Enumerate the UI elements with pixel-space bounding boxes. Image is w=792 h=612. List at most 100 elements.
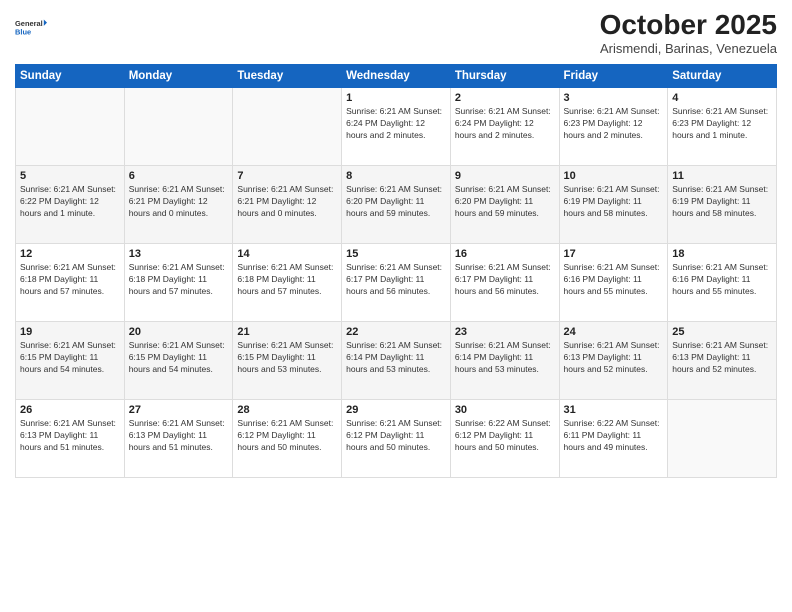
- calendar-cell: 4 Sunrise: 6:21 AM Sunset: 6:23 PM Daylig…: [668, 87, 777, 165]
- calendar-cell: 27 Sunrise: 6:21 AM Sunset: 6:13 PM Dayli…: [124, 399, 233, 477]
- day-info: Sunrise: 6:21 AM Sunset: 6:12 PM Dayligh…: [346, 418, 446, 454]
- day-info: Sunrise: 6:21 AM Sunset: 6:16 PM Dayligh…: [564, 262, 664, 298]
- day-number: 18: [672, 248, 772, 260]
- calendar-cell: 2Sunrise: 6:21 AM Sunset: 6:24 PM Daylig…: [450, 87, 559, 165]
- calendar-week-row: 1 Sunrise: 6:21 AM Sunset: 6:24 PM Daylig…: [16, 87, 777, 165]
- day-number: 28: [237, 404, 337, 416]
- day-info: Sunrise: 6:21 AM Sunset: 6:22 PM Dayligh…: [20, 184, 120, 220]
- calendar-cell: 3 Sunrise: 6:21 AM Sunset: 6:23 PM Daylig…: [559, 87, 668, 165]
- day-info: Sunrise: 6:21 AM Sunset: 6:17 PM Dayligh…: [346, 262, 446, 298]
- day-number: 11: [672, 170, 772, 182]
- day-number: 22: [346, 326, 446, 338]
- day-number: 21: [237, 326, 337, 338]
- day-info: Sunrise: 6:21 AM Sunset: 6:14 PM Dayligh…: [455, 340, 555, 376]
- day-info: Sunrise: 6:21 AM Sunset: 6:17 PM Dayligh…: [455, 262, 555, 298]
- day-number: 13: [129, 248, 229, 260]
- calendar-cell: [16, 87, 125, 165]
- day-number: 2: [455, 92, 555, 104]
- calendar-cell: 11 Sunrise: 6:21 AM Sunset: 6:19 PM Dayli…: [668, 165, 777, 243]
- day-number: 17: [564, 248, 664, 260]
- calendar-cell: 9 Sunrise: 6:21 AM Sunset: 6:20 PM Daylig…: [450, 165, 559, 243]
- day-info: Sunrise: 6:21 AM Sunset: 6:21 PM Dayligh…: [237, 184, 337, 220]
- calendar-cell: 28 Sunrise: 6:21 AM Sunset: 6:12 PM Dayli…: [233, 399, 342, 477]
- header-day-friday: Friday: [559, 64, 668, 87]
- month-title: October 2025: [600, 10, 777, 41]
- day-number: 3: [564, 92, 664, 104]
- header-day-monday: Monday: [124, 64, 233, 87]
- day-info: Sunrise: 6:21 AM Sunset: 6:23 PM Dayligh…: [564, 106, 664, 142]
- calendar-cell: 31 Sunrise: 6:22 AM Sunset: 6:11 PM Dayli…: [559, 399, 668, 477]
- day-number: 27: [129, 404, 229, 416]
- day-info: Sunrise: 6:21 AM Sunset: 6:15 PM Dayligh…: [237, 340, 337, 376]
- header-day-tuesday: Tuesday: [233, 64, 342, 87]
- day-info: Sunrise: 6:21 AM Sunset: 6:13 PM Dayligh…: [129, 418, 229, 454]
- calendar-cell: 20 Sunrise: 6:21 AM Sunset: 6:15 PM Dayli…: [124, 321, 233, 399]
- calendar-table: SundayMondayTuesdayWednesdayThursdayFrid…: [15, 64, 777, 478]
- calendar-cell: [233, 87, 342, 165]
- calendar-cell: 22Sunrise: 6:21 AM Sunset: 6:14 PM Dayli…: [342, 321, 451, 399]
- day-info: Sunrise: 6:21 AM Sunset: 6:18 PM Dayligh…: [237, 262, 337, 298]
- location: Arismendi, Barinas, Venezuela: [600, 41, 777, 56]
- day-info: Sunrise: 6:21 AM Sunset: 6:19 PM Dayligh…: [564, 184, 664, 220]
- header-day-thursday: Thursday: [450, 64, 559, 87]
- day-info: Sunrise: 6:21 AM Sunset: 6:13 PM Dayligh…: [20, 418, 120, 454]
- svg-text:Blue: Blue: [15, 27, 31, 36]
- calendar-cell: 17 Sunrise: 6:21 AM Sunset: 6:16 PM Dayli…: [559, 243, 668, 321]
- calendar-cell: 23 Sunrise: 6:21 AM Sunset: 6:14 PM Dayli…: [450, 321, 559, 399]
- day-info: Sunrise: 6:21 AM Sunset: 6:13 PM Dayligh…: [672, 340, 772, 376]
- day-number: 16: [455, 248, 555, 260]
- day-info: Sunrise: 6:22 AM Sunset: 6:12 PM Dayligh…: [455, 418, 555, 454]
- calendar-cell: 24 Sunrise: 6:21 AM Sunset: 6:13 PM Dayli…: [559, 321, 668, 399]
- calendar-cell: 30Sunrise: 6:22 AM Sunset: 6:12 PM Dayli…: [450, 399, 559, 477]
- day-number: 20: [129, 326, 229, 338]
- day-info: Sunrise: 6:21 AM Sunset: 6:23 PM Dayligh…: [672, 106, 772, 142]
- calendar-cell: 25 Sunrise: 6:21 AM Sunset: 6:13 PM Dayli…: [668, 321, 777, 399]
- day-number: 12: [20, 248, 120, 260]
- calendar-cell: [668, 399, 777, 477]
- day-number: 8: [346, 170, 446, 182]
- calendar-cell: 1 Sunrise: 6:21 AM Sunset: 6:24 PM Daylig…: [342, 87, 451, 165]
- title-area: October 2025 Arismendi, Barinas, Venezue…: [600, 10, 777, 56]
- calendar-cell: 6 Sunrise: 6:21 AM Sunset: 6:21 PM Daylig…: [124, 165, 233, 243]
- day-info: Sunrise: 6:21 AM Sunset: 6:24 PM Dayligh…: [346, 106, 446, 142]
- calendar-cell: 12Sunrise: 6:21 AM Sunset: 6:18 PM Dayli…: [16, 243, 125, 321]
- day-info: Sunrise: 6:21 AM Sunset: 6:16 PM Dayligh…: [672, 262, 772, 298]
- day-info: Sunrise: 6:21 AM Sunset: 6:21 PM Dayligh…: [129, 184, 229, 220]
- calendar-header-row: SundayMondayTuesdayWednesdayThursdayFrid…: [16, 64, 777, 87]
- calendar-cell: 16 Sunrise: 6:21 AM Sunset: 6:17 PM Dayli…: [450, 243, 559, 321]
- day-number: 1: [346, 92, 446, 104]
- day-number: 15: [346, 248, 446, 260]
- day-number: 25: [672, 326, 772, 338]
- day-number: 10: [564, 170, 664, 182]
- day-number: 7: [237, 170, 337, 182]
- day-number: 14: [237, 248, 337, 260]
- day-number: 19: [20, 326, 120, 338]
- day-info: Sunrise: 6:21 AM Sunset: 6:20 PM Dayligh…: [455, 184, 555, 220]
- calendar-cell: 29 Sunrise: 6:21 AM Sunset: 6:12 PM Dayli…: [342, 399, 451, 477]
- day-number: 6: [129, 170, 229, 182]
- svg-text:General: General: [15, 19, 43, 28]
- calendar-cell: 13 Sunrise: 6:21 AM Sunset: 6:18 PM Dayli…: [124, 243, 233, 321]
- header-day-sunday: Sunday: [16, 64, 125, 87]
- day-info: Sunrise: 6:22 AM Sunset: 6:11 PM Dayligh…: [564, 418, 664, 454]
- calendar-week-row: 19 Sunrise: 6:21 AM Sunset: 6:15 PM Dayli…: [16, 321, 777, 399]
- day-number: 26: [20, 404, 120, 416]
- calendar-cell: 18 Sunrise: 6:21 AM Sunset: 6:16 PM Dayli…: [668, 243, 777, 321]
- calendar-cell: 8Sunrise: 6:21 AM Sunset: 6:20 PM Daylig…: [342, 165, 451, 243]
- day-number: 31: [564, 404, 664, 416]
- day-info: Sunrise: 6:21 AM Sunset: 6:15 PM Dayligh…: [129, 340, 229, 376]
- calendar-week-row: 5Sunrise: 6:21 AM Sunset: 6:22 PM Daylig…: [16, 165, 777, 243]
- day-number: 24: [564, 326, 664, 338]
- day-info: Sunrise: 6:21 AM Sunset: 6:12 PM Dayligh…: [237, 418, 337, 454]
- day-number: 29: [346, 404, 446, 416]
- day-number: 9: [455, 170, 555, 182]
- day-info: Sunrise: 6:21 AM Sunset: 6:13 PM Dayligh…: [564, 340, 664, 376]
- calendar-cell: 7 Sunrise: 6:21 AM Sunset: 6:21 PM Daylig…: [233, 165, 342, 243]
- day-info: Sunrise: 6:21 AM Sunset: 6:19 PM Dayligh…: [672, 184, 772, 220]
- day-number: 23: [455, 326, 555, 338]
- header-day-saturday: Saturday: [668, 64, 777, 87]
- calendar-cell: 19Sunrise: 6:21 AM Sunset: 6:15 PM Dayli…: [16, 321, 125, 399]
- calendar-cell: [124, 87, 233, 165]
- day-number: 4: [672, 92, 772, 104]
- day-info: Sunrise: 6:21 AM Sunset: 6:18 PM Dayligh…: [129, 262, 229, 298]
